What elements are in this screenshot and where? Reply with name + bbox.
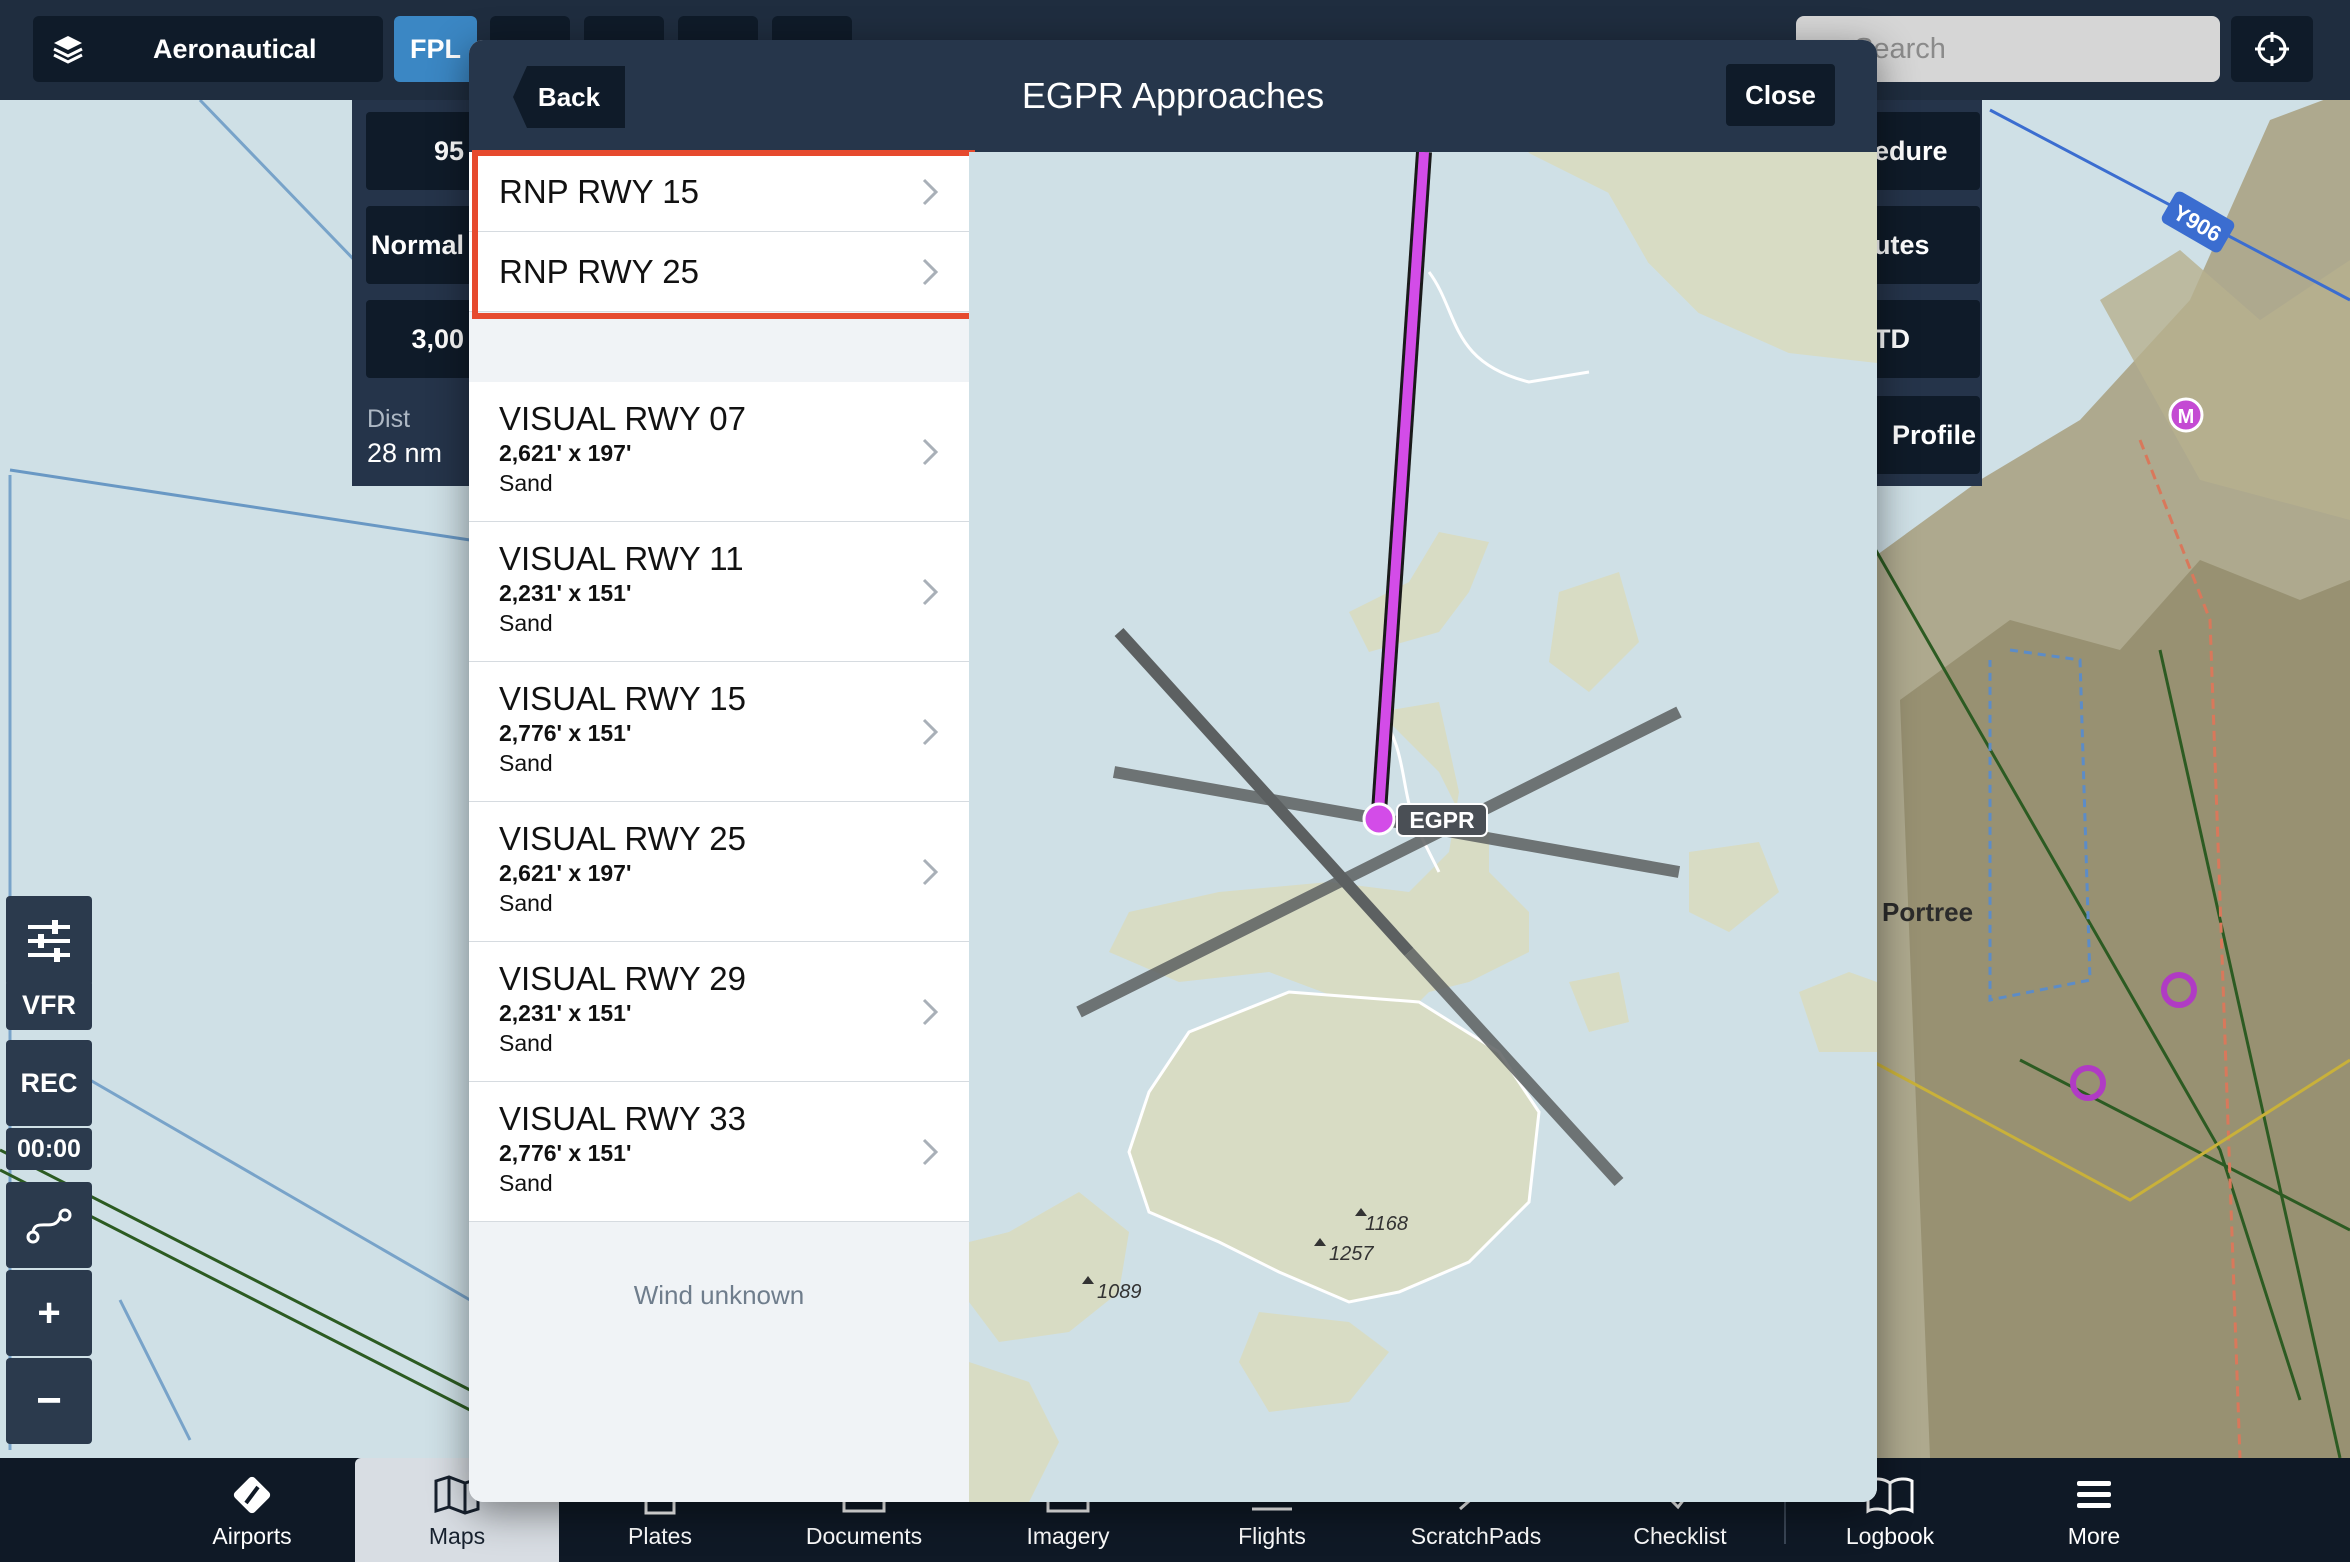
zoom-in-button[interactable]: + xyxy=(6,1270,92,1356)
runway-surface: Sand xyxy=(499,1170,553,1196)
vfr-toggle[interactable]: VFR xyxy=(6,980,92,1030)
airport-map[interactable]: EGPR 1168 1257 1089 xyxy=(969,152,1877,1502)
approach-title: VISUAL RWY 33 xyxy=(499,1100,747,1137)
record-timer: 00:00 xyxy=(6,1128,92,1170)
approaches-list: RNP RWY 15 RNP RWY 25 VISUAL RWY 07 2,62… xyxy=(469,152,969,1502)
sliders-icon xyxy=(28,920,70,962)
tab-label: Logbook xyxy=(1845,1523,1935,1549)
crosshair-icon xyxy=(2255,32,2289,66)
approach-title: VISUAL RWY 29 xyxy=(499,960,747,997)
more-icon xyxy=(2069,1475,2119,1515)
modal-title: EGPR Approaches xyxy=(1021,75,1325,116)
runway-surface: Sand xyxy=(499,750,553,776)
fpl-cell[interactable]: Normal xyxy=(366,206,476,284)
record-button[interactable]: REC xyxy=(6,1040,92,1126)
list-item-visual-rwy-29[interactable]: VISUAL RWY 29 2,231' x 151' Sand xyxy=(469,942,969,1082)
list-item-visual-rwy-11[interactable]: VISUAL RWY 11 2,231' x 151' Sand xyxy=(469,522,969,662)
fpl-cell[interactable]: 95 xyxy=(366,112,476,190)
chevron-right-icon xyxy=(922,1138,939,1166)
tab-label: Checklist xyxy=(1633,1523,1727,1549)
layers-selector[interactable]: Aeronautical xyxy=(33,16,383,82)
chevron-right-icon xyxy=(922,998,939,1026)
runway-surface: Sand xyxy=(499,1030,553,1056)
chevron-right-icon xyxy=(922,578,939,606)
dist-label: Dist xyxy=(367,405,411,433)
fpl-button[interactable]: FPL xyxy=(394,16,477,82)
back-button[interactable]: Back xyxy=(513,66,625,128)
tab-more[interactable]: More xyxy=(1992,1458,2196,1562)
runway-dimensions: 2,621' x 197' xyxy=(499,860,632,886)
airport-label: EGPR xyxy=(1409,807,1475,833)
runway-dimensions: 2,621' x 197' xyxy=(499,440,632,466)
chevron-right-icon xyxy=(922,718,939,746)
approach-title: VISUAL RWY 11 xyxy=(499,540,744,577)
tab-label: Airports xyxy=(212,1523,292,1549)
tab-label: Documents xyxy=(805,1523,923,1549)
layers-label: Aeronautical xyxy=(153,33,317,64)
approach-title: VISUAL RWY 15 xyxy=(499,680,747,717)
route-tool-button[interactable] xyxy=(6,1182,92,1268)
route-icon xyxy=(26,1208,72,1244)
svg-text:M: M xyxy=(2178,406,2195,428)
chevron-right-icon xyxy=(922,438,939,466)
elevation-label: 1257 xyxy=(1329,1243,1374,1265)
close-button[interactable]: Close xyxy=(1726,64,1835,126)
approach-title: VISUAL RWY 07 xyxy=(499,400,747,437)
tab-label: Maps xyxy=(428,1523,486,1549)
elevation-label: 1168 xyxy=(1365,1213,1408,1235)
fpl-cell[interactable]: 3,00 xyxy=(366,300,476,378)
list-item-visual-rwy-25[interactable]: VISUAL RWY 25 2,621' x 197' Sand xyxy=(469,802,969,942)
wind-status: Wind unknown xyxy=(633,1280,805,1310)
runway-dimensions: 2,231' x 151' xyxy=(499,580,632,606)
fpl-cell[interactable]: utes xyxy=(1870,206,1980,284)
runway-dimensions: 2,776' x 151' xyxy=(499,720,632,746)
airport-egpr[interactable]: EGPR xyxy=(1362,802,1488,837)
zoom-out-button[interactable]: − xyxy=(6,1358,92,1444)
tab-label: Plates xyxy=(628,1523,692,1549)
town-label-portree: Portree xyxy=(1882,897,1973,927)
rnp-selection-highlight xyxy=(472,150,975,319)
list-item-visual-rwy-15[interactable]: VISUAL RWY 15 2,776' x 151' Sand xyxy=(469,662,969,802)
layers-icon xyxy=(33,32,103,66)
approaches-modal: EGPR Approaches Back Close RNP RWY 15 RN… xyxy=(469,40,1877,1502)
locate-button[interactable] xyxy=(2231,16,2313,82)
tab-airports[interactable]: Airports xyxy=(150,1458,354,1562)
profile-button[interactable]: Profile xyxy=(1870,396,1980,474)
airport-marker-m[interactable]: M xyxy=(2168,397,2204,433)
runway-surface: Sand xyxy=(499,890,553,916)
tab-label: ScratchPads xyxy=(1410,1523,1542,1549)
runway-dimensions: 2,776' x 151' xyxy=(499,1140,632,1166)
fpl-cell[interactable]: edure xyxy=(1870,112,1980,190)
approach-title: VISUAL RWY 25 xyxy=(499,820,747,857)
list-item-visual-rwy-33[interactable]: VISUAL RWY 33 2,776' x 151' Sand xyxy=(469,1082,969,1222)
fpl-cell[interactable]: TD xyxy=(1870,300,1980,378)
elevation-label: 1089 xyxy=(1097,1281,1142,1303)
runway-surface: Sand xyxy=(499,610,553,636)
airports-icon xyxy=(227,1475,277,1515)
tab-label: Flights xyxy=(1238,1523,1306,1549)
tab-label: Imagery xyxy=(1026,1523,1110,1549)
dist-value: 28 nm xyxy=(367,438,443,468)
chevron-right-icon xyxy=(922,858,939,886)
map-settings-button[interactable] xyxy=(6,896,92,986)
runway-dimensions: 2,231' x 151' xyxy=(499,1000,632,1026)
runway-surface: Sand xyxy=(499,470,553,496)
tab-label: More xyxy=(2067,1523,2121,1549)
list-item-visual-rwy-07[interactable]: VISUAL RWY 07 2,621' x 197' Sand xyxy=(469,382,969,522)
